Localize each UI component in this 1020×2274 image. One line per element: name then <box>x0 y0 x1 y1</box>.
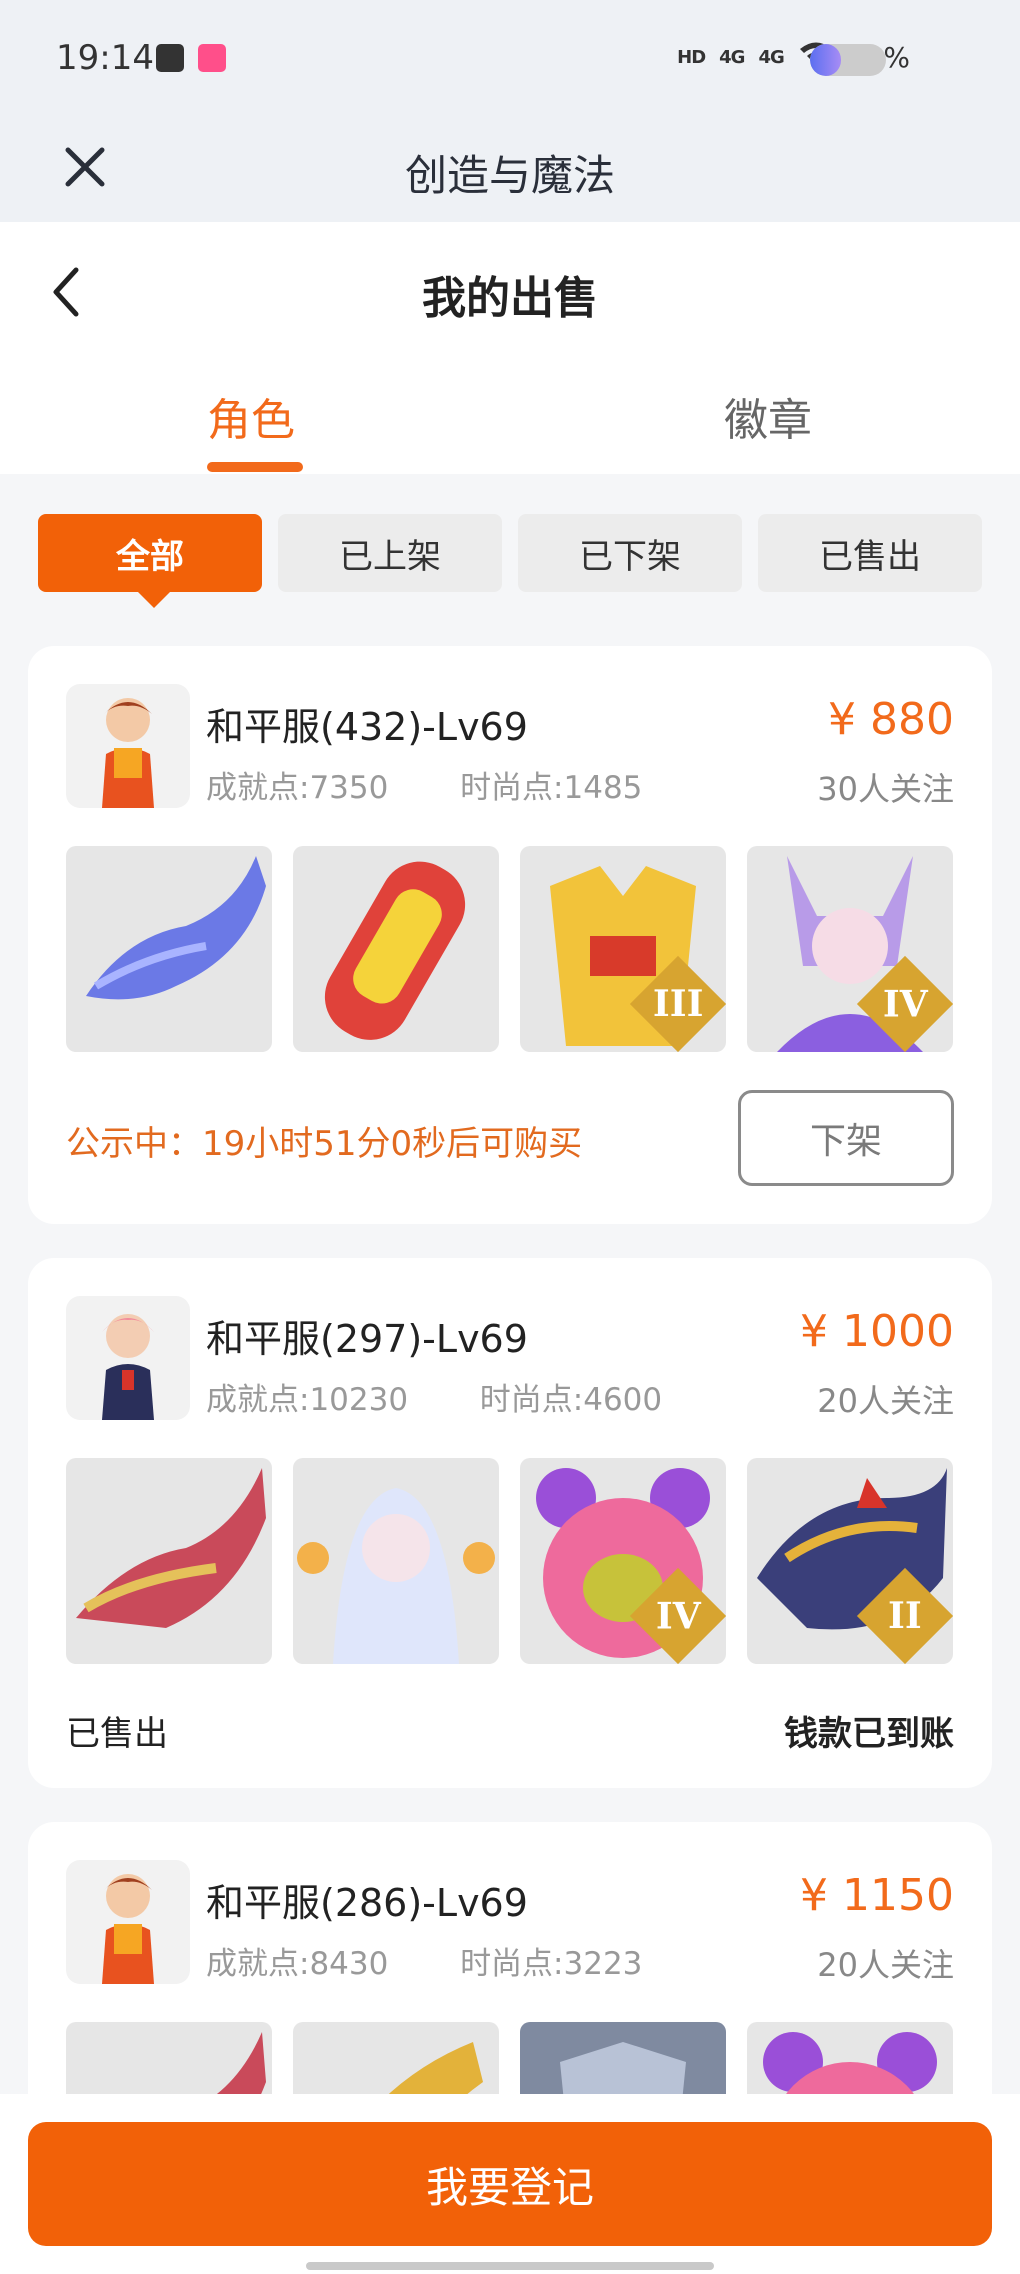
character-name-2: 和平服(297)-Lv69 <box>206 1317 528 1361</box>
payment-status: 钱款已到账 <box>784 1714 954 1754</box>
battery-icon <box>810 44 886 76</box>
filter-bar: 全部 已上架 已下架 已售出 <box>38 514 982 592</box>
app-bar: 创造与魔法 <box>0 120 1020 222</box>
item-pink-bear[interactable]: IV <box>520 1458 726 1664</box>
character-stats-2: 成就点:10230 时尚点:4600 <box>206 1374 662 1419</box>
achievement-points-2: 成就点:10230 <box>206 1382 409 1418</box>
filter-pointer <box>138 592 170 608</box>
signal-4g-icon: 4G <box>719 47 745 68</box>
listing-card[interactable]: 和平服(432)-Lv69 成就点:7350 时尚点:1485 ¥ 880 30… <box>28 646 992 1224</box>
bottom-action-bar: 我要登记 <box>0 2094 1020 2274</box>
follower-count: 30人关注 <box>817 770 954 808</box>
item-white-fairy[interactable] <box>293 1458 499 1664</box>
follower-count-2: 20人关注 <box>817 1382 954 1420</box>
active-tab-indicator <box>207 462 303 472</box>
item-gallery: III IV <box>66 846 954 1052</box>
achievement-points-3: 成就点:8430 <box>206 1946 389 1982</box>
hd-icon: HD <box>677 47 706 68</box>
signal-4g-icon-2: 4G <box>758 47 784 68</box>
tab-badge[interactable]: 徽章 <box>724 384 812 448</box>
item-fox-costume[interactable]: IV <box>747 846 953 1052</box>
flash-notification-icon <box>156 44 184 72</box>
item-golden-armor[interactable]: III <box>520 846 726 1052</box>
filter-sold[interactable]: 已售出 <box>758 514 982 592</box>
character-avatar <box>66 684 190 808</box>
price-3: ¥ 1150 <box>800 1870 954 1921</box>
character-stats: 成就点:7350 时尚点:1485 <box>206 762 642 807</box>
fashion-points-3: 时尚点:3223 <box>460 1946 643 1982</box>
item-dragon-mount[interactable] <box>66 846 272 1052</box>
delist-button[interactable]: 下架 <box>738 1090 954 1186</box>
status-bar: 19:14 HD 4G 4G 41% <box>0 0 1020 120</box>
listing-card-2[interactable]: 和平服(297)-Lv69 成就点:10230 时尚点:4600 ¥ 1000 … <box>28 1258 992 1788</box>
character-name: 和平服(432)-Lv69 <box>206 705 528 749</box>
achievement-points: 成就点:7350 <box>206 770 389 806</box>
public-notice: 公示中：19小时51分0秒后可购买 <box>66 1124 583 1164</box>
item-skateboard[interactable] <box>293 846 499 1052</box>
filter-delisted[interactable]: 已下架 <box>518 514 742 592</box>
item-gallery-2: IV II <box>66 1458 954 1664</box>
page-header: 我的出售 角色 徽章 <box>0 222 1020 474</box>
character-stats-3: 成就点:8430 时尚点:3223 <box>206 1938 642 1983</box>
home-indicator[interactable] <box>306 2262 714 2270</box>
price: ¥ 880 <box>828 694 954 745</box>
item-red-dragon[interactable] <box>66 1458 272 1664</box>
price-2: ¥ 1000 <box>800 1306 954 1357</box>
page-title: 我的出售 <box>422 273 598 324</box>
fashion-points-2: 时尚点:4600 <box>479 1382 663 1418</box>
item-dark-dragon[interactable]: II <box>747 1458 953 1664</box>
app-title: 创造与魔法 <box>404 151 615 200</box>
tab-role[interactable]: 角色 <box>207 384 295 448</box>
filter-all[interactable]: 全部 <box>38 514 262 592</box>
filter-listed[interactable]: 已上架 <box>278 514 502 592</box>
fashion-points: 时尚点:1485 <box>460 770 643 806</box>
status-time: 19:14 <box>56 38 154 78</box>
character-name-3: 和平服(286)-Lv69 <box>206 1881 528 1925</box>
register-button[interactable]: 我要登记 <box>28 2122 992 2246</box>
sold-status: 已售出 <box>66 1714 168 1754</box>
character-avatar-2 <box>66 1296 190 1420</box>
follower-count-3: 20人关注 <box>817 1946 954 1984</box>
app-notification-icon <box>198 44 226 72</box>
character-avatar-3 <box>66 1860 190 1984</box>
